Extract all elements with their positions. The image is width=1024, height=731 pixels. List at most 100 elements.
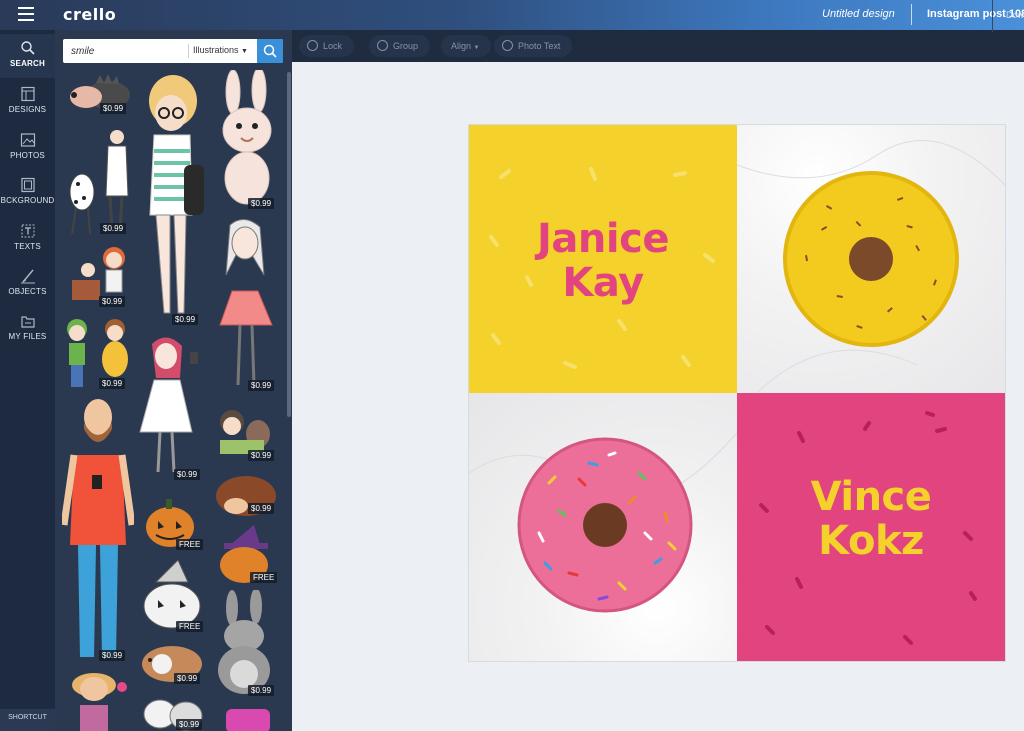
header-divider [911, 4, 912, 25]
name-line: Vince [810, 474, 932, 520]
illustration-ghost-pumpkin[interactable]: FREE [138, 559, 206, 634]
illustration-grey-rabbit[interactable]: $0.99 [210, 588, 280, 698]
pink-donut-image [469, 432, 737, 613]
price-badge: $0.99 [99, 296, 126, 307]
nav-label: TEXTS [14, 242, 41, 251]
price-badge: $0.99 [99, 378, 126, 389]
photos-icon [20, 133, 35, 147]
designs-icon [20, 86, 35, 102]
texts-icon [21, 224, 34, 238]
illustration-pink-object[interactable] [218, 705, 278, 731]
shortcut-keys-button[interactable]: SHORTCUT [0, 709, 55, 731]
bearded-man-illustration [60, 399, 136, 657]
illustration-girl-white-dress[interactable]: $0.99 [136, 332, 202, 482]
nav-label: PHOTOS [10, 151, 45, 160]
lock-icon [307, 40, 318, 51]
photo-text-icon [502, 40, 513, 51]
panel-scrollbar[interactable] [287, 72, 291, 417]
photo-text-label: Photo Text [518, 41, 561, 51]
pink-object-illustration [226, 709, 270, 731]
group-icon [377, 40, 388, 51]
name-text-vince-kokz[interactable]: Vince Kokz [737, 475, 1005, 563]
search-icon [20, 41, 35, 55]
group-button[interactable]: Group [369, 35, 431, 57]
price-badge: $0.99 [174, 469, 201, 480]
search-input[interactable] [63, 39, 188, 63]
price-badge: $0.99 [99, 650, 126, 661]
girl-white-dress-illustration [139, 337, 198, 473]
price-badge: $0.99 [176, 719, 203, 730]
group-label: Group [393, 41, 419, 51]
pink-donut-photo[interactable] [469, 393, 737, 661]
name-line: Janice [537, 216, 669, 262]
download-button[interactable]: Dow [1006, 10, 1024, 20]
nav-label: SEARCH [10, 59, 45, 68]
document-title[interactable]: Untitled design [822, 8, 895, 20]
nav-texts[interactable]: TEXTS [0, 217, 55, 261]
illustration-guinea-pig[interactable]: $0.99 [138, 638, 206, 686]
nav-designs[interactable]: DESIGNS [0, 80, 55, 124]
objects-icon [20, 269, 35, 284]
search-bar: Illustrations ▼ [63, 39, 283, 63]
price-badge: FREE [250, 572, 278, 583]
top-header: crello Untitled design Instagram post 10… [0, 0, 1024, 30]
name-text-janice-kay[interactable]: Janice Kay [469, 217, 737, 305]
my-files-icon [20, 316, 35, 328]
illustration-pumpkin[interactable]: FREE [140, 493, 204, 551]
price-badge: FREE [176, 621, 204, 632]
illustration-pumpkin-witch-hat[interactable]: FREE [210, 525, 280, 585]
filter-label: Illustrations [193, 45, 239, 55]
search-divider [188, 44, 189, 58]
price-badge: $0.99 [174, 673, 201, 684]
search-filter-dropdown[interactable]: Illustrations ▼ [193, 45, 248, 55]
dog-walker-illustration [69, 130, 129, 235]
illustration-hedgehog[interactable]: $0.99 [66, 73, 132, 115]
price-badge: $0.99 [172, 314, 199, 325]
chevron-down-icon: ▼ [241, 48, 248, 55]
nav-search[interactable]: SEARCH [0, 34, 55, 78]
illustration-girl-glasses[interactable]: $0.99 [138, 73, 210, 326]
app-logo[interactable]: crello [63, 5, 116, 24]
grey-rabbit-illustration [218, 588, 270, 694]
illustration-kids-reading[interactable]: $0.99 [212, 400, 280, 464]
editor-toolbar: Lock Group Align ▼ Photo Text [292, 30, 1024, 62]
yellow-donut-image [737, 140, 1005, 393]
bunny-illustration [222, 67, 272, 205]
menu-icon[interactable] [18, 7, 34, 21]
price-badge: FREE [176, 539, 204, 550]
price-badge: $0.99 [100, 223, 127, 234]
illustration-hedgehog-peek[interactable]: $0.99 [212, 470, 280, 518]
girl-pink-dress-illustration [219, 219, 273, 386]
illustration-bearded-man[interactable]: $0.99 [60, 395, 136, 665]
illustration-cat-girl[interactable] [64, 665, 130, 731]
price-badge: $0.99 [100, 103, 127, 114]
left-nav-rail: SEARCH DESIGNS PHOTOS BCKGROUND TEXTS OB… [0, 30, 55, 731]
nav-objects[interactable]: OBJECTS [0, 262, 55, 306]
nav-photos[interactable]: PHOTOS [0, 126, 55, 170]
nav-label: BCKGROUND [0, 196, 55, 205]
background-icon [20, 177, 35, 193]
lock-button[interactable]: Lock [299, 35, 355, 57]
illustration-kids-box[interactable]: $0.99 [66, 240, 134, 308]
search-button[interactable] [257, 39, 283, 63]
price-badge: $0.99 [248, 685, 275, 696]
design-canvas[interactable]: Janice Kay Vince Kokz [469, 125, 1005, 661]
toolbar-divider [992, 0, 993, 32]
illustration-bunny[interactable]: $0.99 [211, 67, 283, 210]
nav-my-files[interactable]: MY FILES [0, 307, 55, 351]
illustration-girl-pink-dress[interactable]: $0.99 [212, 215, 280, 395]
yellow-donut-photo[interactable] [737, 125, 1005, 393]
illustration-dog-walker[interactable]: $0.99 [64, 122, 136, 237]
illustration-cats[interactable]: $0.99 [140, 690, 206, 731]
align-button[interactable]: Align ▼ [441, 35, 492, 57]
price-badge: $0.99 [248, 380, 275, 391]
price-badge: $0.99 [248, 198, 275, 209]
search-icon [263, 44, 277, 58]
illustration-kids-pair[interactable]: $0.99 [63, 315, 133, 393]
nav-background[interactable]: BCKGROUND [0, 171, 55, 215]
lock-label: Lock [323, 41, 343, 51]
photo-text-button[interactable]: Photo Text [494, 35, 573, 57]
cat-girl-illustration [72, 673, 127, 731]
crello-editor: crello Untitled design Instagram post 10… [0, 0, 1024, 731]
nav-label: DESIGNS [8, 105, 47, 114]
